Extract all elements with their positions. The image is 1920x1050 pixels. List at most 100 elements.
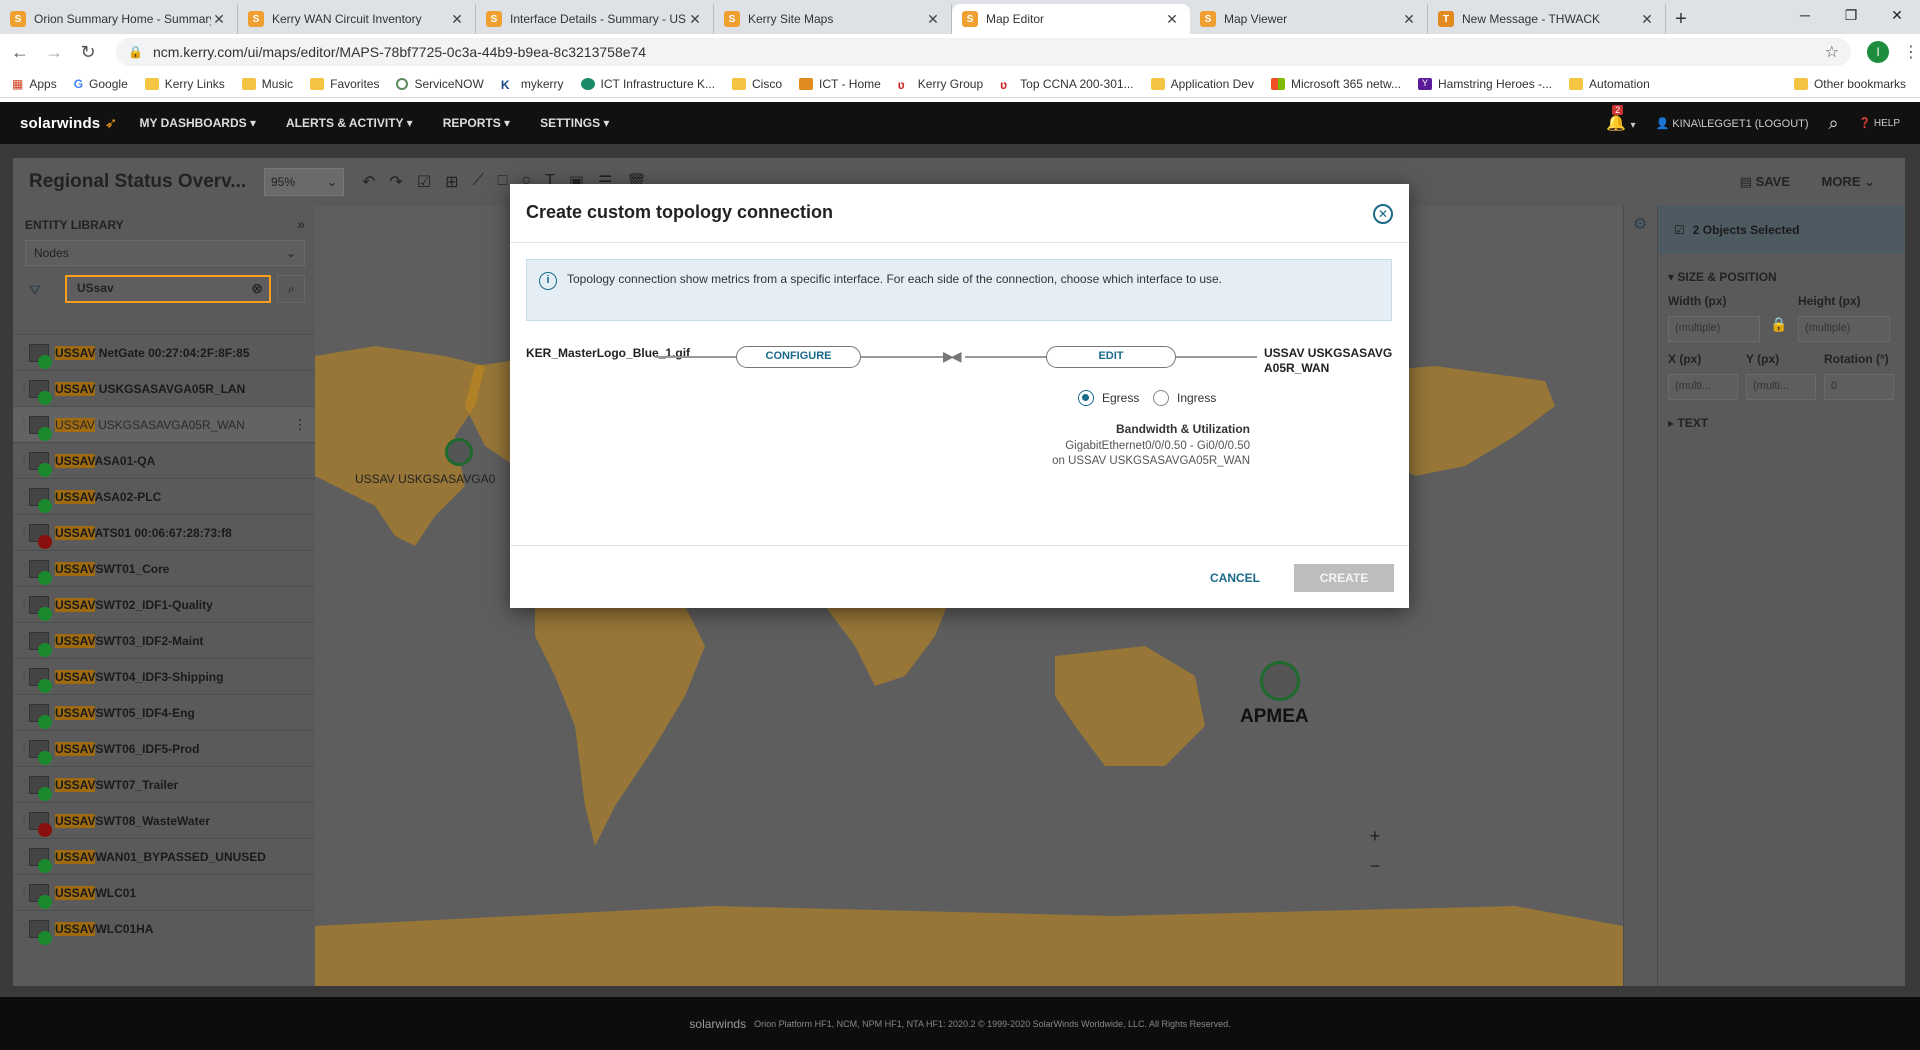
drag-handle-icon[interactable]: ⋮ [19, 527, 29, 538]
entity-type-select[interactable]: Nodes ⌄ [25, 240, 305, 266]
entity-node-row[interactable]: ⋮ USSAV USKGSASAVGA05R_LAN [13, 370, 315, 406]
drag-handle-icon[interactable]: ⋮ [19, 743, 29, 754]
drag-handle-icon[interactable]: ⋮ [19, 599, 29, 610]
entity-node-row[interactable]: ⋮ USSAVSWT06_IDF5-Prod [13, 730, 315, 766]
redo-icon[interactable]: ↷ [389, 172, 402, 192]
bookmark-ict-home[interactable]: ICT - Home [799, 77, 881, 91]
browser-tab[interactable]: S Interface Details - Summary - US ✕ [476, 4, 714, 34]
close-tab-icon[interactable]: ✕ [1639, 11, 1655, 28]
zoom-out-button[interactable]: − [1360, 856, 1390, 886]
undo-icon[interactable]: ↶ [362, 172, 375, 192]
search-icon[interactable]: ⌕ [1829, 113, 1839, 134]
settings-gear-icon[interactable]: ⚙ [1633, 214, 1657, 234]
entity-node-row[interactable]: ⋮ USSAVSWT03_IDF2-Maint [13, 622, 315, 658]
entity-node-row[interactable]: ⋮ USSAV NetGate 00:27:04:2F:8F:85 [13, 334, 315, 370]
menu-alerts-activity[interactable]: ALERTS & ACTIVITY ▾ [286, 116, 413, 130]
url-field[interactable]: 🔒 ncm.kerry.com/ui/maps/editor/MAPS-78bf… [116, 38, 1851, 66]
rotation-field[interactable]: 0 [1824, 374, 1894, 400]
browser-tab[interactable]: T New Message - THWACK ✕ [1428, 4, 1666, 34]
bookmark-folder[interactable]: Music [241, 77, 293, 91]
new-tab-button[interactable]: + [1666, 4, 1696, 34]
drag-handle-icon[interactable]: ⋮ [19, 779, 29, 790]
drag-handle-icon[interactable]: ⋮ [19, 419, 29, 430]
egress-radio[interactable]: Egress [1078, 390, 1139, 406]
bookmark-mykerry[interactable]: Kmykerry [501, 77, 564, 92]
close-tab-icon[interactable]: ✕ [211, 11, 227, 28]
text-section[interactable]: ▸ TEXT [1668, 416, 1905, 430]
drag-handle-icon[interactable]: ⋮ [19, 923, 29, 934]
save-button[interactable]: ▤ SAVE [1740, 174, 1790, 190]
drag-handle-icon[interactable]: ⋮ [19, 851, 29, 862]
width-field[interactable]: (multiple) [1668, 316, 1760, 342]
more-button[interactable]: MORE ⌄ [1821, 174, 1875, 190]
height-field[interactable]: (multiple) [1798, 316, 1890, 342]
close-tab-icon[interactable]: ✕ [1164, 11, 1180, 28]
entity-node-row[interactable]: ⋮ USSAVSWT02_IDF1-Quality [13, 586, 315, 622]
collapse-panel-icon[interactable]: » [297, 216, 305, 232]
profile-avatar[interactable]: I [1867, 41, 1889, 63]
clear-search-icon[interactable]: ⊗ [251, 280, 263, 297]
bookmark-apps[interactable]: ▦ Apps [12, 77, 57, 91]
map-title[interactable]: Regional Status Overv... [29, 171, 264, 193]
search-button[interactable]: ⌕ [277, 275, 305, 303]
bookmark-google[interactable]: G Google [74, 77, 128, 91]
bookmark-hamstring[interactable]: Y Hamstring Heroes -... [1418, 77, 1552, 91]
user-logout-link[interactable]: 👤 KINA\LEGGET1 (LOGOUT) [1655, 117, 1808, 130]
bookmark-ccna[interactable]: ʋ Top CCNA 200-301... [1000, 77, 1133, 92]
bookmark-folder[interactable]: Favorites [310, 77, 379, 91]
drag-handle-icon[interactable]: ⋮ [19, 563, 29, 574]
drag-handle-icon[interactable]: ⋮ [19, 635, 29, 646]
map-node-ussav[interactable] [445, 438, 473, 466]
browser-menu-icon[interactable]: ⋮ [1903, 42, 1919, 62]
bookmark-microsoft[interactable]: Microsoft 365 netw... [1270, 77, 1401, 91]
bookmark-folder[interactable]: Cisco [731, 77, 782, 91]
drag-handle-icon[interactable]: ⋮ [19, 671, 29, 682]
zoom-select[interactable]: 95% ⌄ [264, 168, 344, 196]
lock-icon[interactable]: 🔒 [128, 45, 143, 59]
bookmark-servicenow[interactable]: ServiceNOW [396, 77, 484, 91]
bookmark-folder[interactable]: Application Dev [1150, 77, 1254, 91]
drag-handle-icon[interactable]: ⋮ [19, 815, 29, 826]
close-tab-icon[interactable]: ✕ [925, 11, 941, 28]
bookmark-folder[interactable]: Automation [1569, 77, 1650, 91]
entity-node-row[interactable]: ⋮ USSAVWLC01HA [13, 910, 315, 946]
close-window-icon[interactable]: ✕ [1874, 0, 1920, 30]
rectangle-icon[interactable]: □ [498, 172, 508, 192]
drag-handle-icon[interactable]: ⋮ [19, 383, 29, 394]
close-tab-icon[interactable]: ✕ [1401, 11, 1417, 28]
browser-tab-active[interactable]: S Map Editor ✕ [952, 4, 1190, 34]
close-tab-icon[interactable]: ✕ [687, 11, 703, 28]
entity-node-row[interactable]: ⋮ USSAVWLC01 [13, 874, 315, 910]
back-icon[interactable]: ← [6, 38, 34, 66]
solarwinds-logo[interactable]: solarwinds ➶ [20, 114, 118, 132]
link-icon[interactable]: ⟋ [473, 172, 484, 192]
browser-tab[interactable]: S Orion Summary Home - Summary ✕ [0, 4, 238, 34]
filter-icon[interactable]: ⛛ [29, 282, 41, 299]
entity-node-row[interactable]: ⋮ USSAVSWT07_Trailer [13, 766, 315, 802]
configure-button[interactable]: CONFIGURE [736, 346, 861, 368]
bookmark-kerry-group[interactable]: ʋ Kerry Group [898, 77, 983, 92]
x-field[interactable]: (multi... [1668, 374, 1738, 400]
zoom-in-button[interactable]: + [1360, 826, 1390, 856]
drag-handle-icon[interactable]: ⋮ [19, 455, 29, 466]
close-dialog-icon[interactable]: ✕ [1373, 204, 1393, 224]
help-link[interactable]: ❓ HELP [1859, 118, 1900, 129]
drag-handle-icon[interactable]: ⋮ [19, 887, 29, 898]
browser-tab[interactable]: S Kerry WAN Circuit Inventory ✕ [238, 4, 476, 34]
close-tab-icon[interactable]: ✕ [449, 11, 465, 28]
bookmark-star-icon[interactable]: ☆ [1825, 42, 1839, 62]
cancel-button[interactable]: CANCEL [1195, 565, 1275, 591]
browser-tab[interactable]: S Map Viewer ✕ [1190, 4, 1428, 34]
entity-node-row[interactable]: ⋮ USSAVSWT01_Core [13, 550, 315, 586]
bookmark-folder[interactable]: Kerry Links [144, 77, 225, 91]
browser-tab[interactable]: S Kerry Site Maps ✕ [714, 4, 952, 34]
drag-handle-icon[interactable]: ⋮ [19, 491, 29, 502]
entity-node-row[interactable]: ⋮ USSAVASA01-QA [13, 442, 315, 478]
entity-search-input[interactable]: USsav ⊗ [65, 275, 271, 303]
entity-node-row[interactable]: ⋮ USSAV USKGSASAVGA05R_WAN ⋮ [13, 406, 315, 442]
node-menu-icon[interactable]: ⋮ [293, 416, 307, 433]
reload-icon[interactable]: ↻ [74, 38, 102, 66]
menu-my-dashboards[interactable]: MY DASHBOARDS ▾ [140, 116, 256, 130]
entity-node-row[interactable]: ⋮ USSAVWAN01_BYPASSED_UNUSED [13, 838, 315, 874]
entity-node-row[interactable]: ⋮ USSAVASA02-PLC [13, 478, 315, 514]
